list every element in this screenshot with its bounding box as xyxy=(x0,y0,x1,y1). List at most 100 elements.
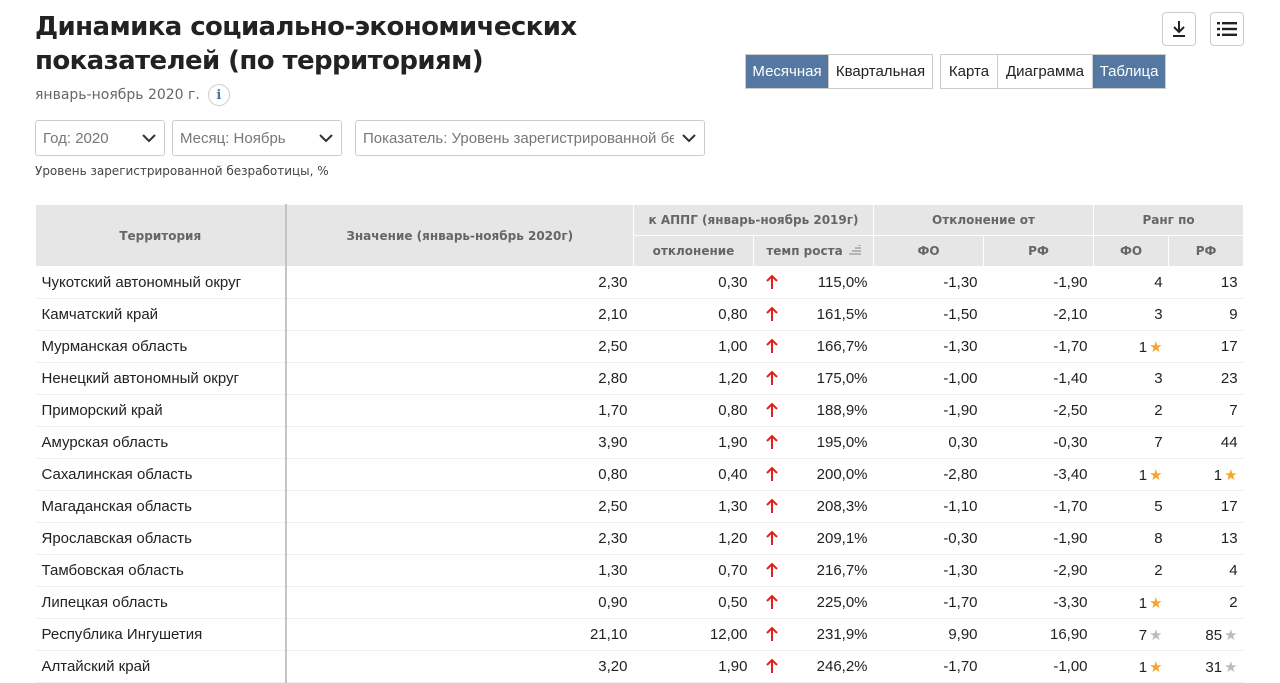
rank-fo-value: 2 xyxy=(1154,562,1163,579)
rank-fo-cell: 2 xyxy=(1093,554,1169,587)
rank-rf-value: 9 xyxy=(1229,306,1238,323)
col-deviation[interactable]: отклонение xyxy=(633,235,754,267)
data-table: Территория Значение (январь-ноябрь 2020г… xyxy=(35,204,1245,683)
growth-cell: 200,0% xyxy=(753,458,874,491)
territory-cell: Ненецкий автономный округ xyxy=(35,362,286,395)
territory-cell: Липецкая область xyxy=(35,586,286,619)
map-view-button[interactable]: Карта xyxy=(941,55,998,88)
rank-rf-cell: 17 xyxy=(1168,490,1244,523)
diagram-view-button[interactable]: Диаграмма xyxy=(998,55,1093,88)
growth-value: 188,9% xyxy=(816,402,868,419)
table-row[interactable]: Амурская область 3,90 1,90 195,0% 0,30 -0,30 7… xyxy=(35,426,1244,459)
rank-fo-cell: 8 xyxy=(1093,522,1169,555)
col-rank-fo[interactable]: ФО xyxy=(1093,235,1170,267)
month-select[interactable]: Месяц: Ноябрь xyxy=(172,120,342,156)
table-row[interactable]: Республика Ингушетия 21,10 12,00 231,9% 9,90… xyxy=(35,618,1244,651)
dev-rf-cell: -3,30 xyxy=(983,586,1094,619)
growth-cell: 188,9% xyxy=(753,394,874,427)
year-select[interactable]: Год: 2020 xyxy=(35,120,165,156)
dev-fo-cell: -1,10 xyxy=(873,490,984,523)
growth-value: 166,7% xyxy=(816,338,868,355)
period-toggle: Месячная Квартальная xyxy=(745,54,933,89)
territory-cell: Мурманская область xyxy=(35,330,286,363)
star-icon: ★ xyxy=(1224,658,1238,676)
download-button[interactable] xyxy=(1162,12,1196,46)
table-row[interactable]: Мурманская область 2,50 1,00 166,7% -1,30 -1,… xyxy=(35,330,1244,363)
rank-rf-cell: 23 xyxy=(1168,362,1244,395)
rank-fo-value: 3 xyxy=(1154,306,1163,323)
growth-value: 175,0% xyxy=(816,370,868,387)
year-select-value: Год: 2020 xyxy=(43,129,109,147)
table-row[interactable]: Алтайский край 3,20 1,90 246,2% -1,70 -1,00 1 ★… xyxy=(35,650,1244,683)
growth-value: 216,7% xyxy=(816,562,868,579)
rank-fo-value: 5 xyxy=(1154,498,1163,515)
chevron-down-icon xyxy=(134,121,164,155)
value-cell: 2,50 xyxy=(284,330,634,363)
monthly-button[interactable]: Месячная xyxy=(746,55,829,88)
growth-cell: 115,0% xyxy=(753,266,874,299)
arrow-up-icon xyxy=(765,274,778,292)
value-cell: 2,30 xyxy=(284,266,634,299)
arrow-up-icon xyxy=(765,562,778,580)
rank-rf-value: 85 xyxy=(1205,626,1223,644)
deviation-cell: 0,70 xyxy=(633,554,754,587)
col-territory[interactable]: Территория xyxy=(35,204,286,267)
col-value[interactable]: Значение (январь-ноябрь 2020г) xyxy=(284,204,634,267)
rank-rf-value: 23 xyxy=(1220,370,1238,387)
table-row[interactable]: Приморский край 1,70 0,80 188,9% -1,90 -2,50 2… xyxy=(35,394,1244,427)
rank-fo-cell: 7 xyxy=(1093,426,1169,459)
rank-rf-cell: 13 xyxy=(1168,522,1244,555)
territory-cell: Камчатский край xyxy=(35,298,286,331)
col-growth-label: темп роста xyxy=(766,243,843,258)
sort-icon[interactable] xyxy=(848,244,861,258)
table-row[interactable]: Тамбовская область 1,30 0,70 216,7% -1,30 -2,… xyxy=(35,554,1244,587)
info-icon[interactable]: i xyxy=(207,84,230,106)
deviation-cell: 0,80 xyxy=(633,298,754,331)
col-rank-rf[interactable]: РФ xyxy=(1168,235,1245,267)
rank-fo-cell: 1 ★ xyxy=(1093,330,1169,363)
view-toggle: Карта Диаграмма Таблица xyxy=(940,54,1166,89)
dev-fo-cell: -2,80 xyxy=(873,458,984,491)
dev-rf-cell: -1,40 xyxy=(983,362,1094,395)
quarterly-button[interactable]: Квартальная xyxy=(829,55,932,88)
rank-fo-value: 2 xyxy=(1154,402,1163,419)
rank-fo-value: 7 xyxy=(1138,626,1148,644)
territory-cell: Алтайский край xyxy=(35,650,286,683)
value-cell: 0,90 xyxy=(284,586,634,619)
value-cell: 0,80 xyxy=(284,458,634,491)
growth-cell: 225,0% xyxy=(753,586,874,619)
rank-fo-cell: 3 xyxy=(1093,362,1169,395)
menu-button[interactable] xyxy=(1210,12,1244,46)
page-title-line1: Динамика социально-экономических xyxy=(35,12,577,42)
dev-fo-cell: -1,30 xyxy=(873,266,984,299)
rank-fo-value: 1 xyxy=(1138,466,1148,484)
arrow-up-icon xyxy=(765,626,778,644)
col-dev-rf[interactable]: РФ xyxy=(983,235,1095,267)
growth-value: 161,5% xyxy=(816,306,868,323)
growth-cell: 246,2% xyxy=(753,650,874,683)
indicator-select[interactable]: Показатель: Уровень зарегистрированной б… xyxy=(355,120,705,156)
growth-cell: 216,7% xyxy=(753,554,874,587)
table-row[interactable]: Ненецкий автономный округ 2,80 1,20 175,0% -… xyxy=(35,362,1244,395)
dev-rf-cell: -0,30 xyxy=(983,426,1094,459)
value-cell: 3,90 xyxy=(284,426,634,459)
table-view-button[interactable]: Таблица xyxy=(1093,55,1165,88)
period-text: январь-ноябрь 2020 г. xyxy=(35,87,200,103)
col-dev-fo[interactable]: ФО xyxy=(873,235,985,267)
table-row[interactable]: Ярославская область 2,30 1,20 209,1% -0,30 -1… xyxy=(35,522,1244,555)
table-row[interactable]: Липецкая область 0,90 0,50 225,0% -1,70 -3,30… xyxy=(35,586,1244,619)
col-growth[interactable]: темп роста xyxy=(752,235,875,267)
territory-cell: Амурская область xyxy=(35,426,286,459)
dev-rf-cell: -2,10 xyxy=(983,298,1094,331)
rank-rf-cell: 1 ★ xyxy=(1168,458,1244,491)
period-subtitle: январь-ноябрь 2020 г. i xyxy=(35,84,230,106)
table-row[interactable]: Сахалинская область 0,80 0,40 200,0% -2,80 -3… xyxy=(35,458,1244,491)
arrow-up-icon xyxy=(765,434,778,452)
rank-fo-value: 7 xyxy=(1154,434,1163,451)
table-row[interactable]: Камчатский край 2,10 0,80 161,5% -1,50 -2,10 3… xyxy=(35,298,1244,331)
rank-rf-value: 1 xyxy=(1213,466,1223,484)
table-row[interactable]: Чукотский автономный округ 2,30 0,30 115,0%… xyxy=(35,266,1244,299)
rank-fo-value: 3 xyxy=(1154,370,1163,387)
table-row[interactable]: Магаданская область 2,50 1,30 208,3% -1,10 -1… xyxy=(35,490,1244,523)
star-icon: ★ xyxy=(1149,594,1163,612)
